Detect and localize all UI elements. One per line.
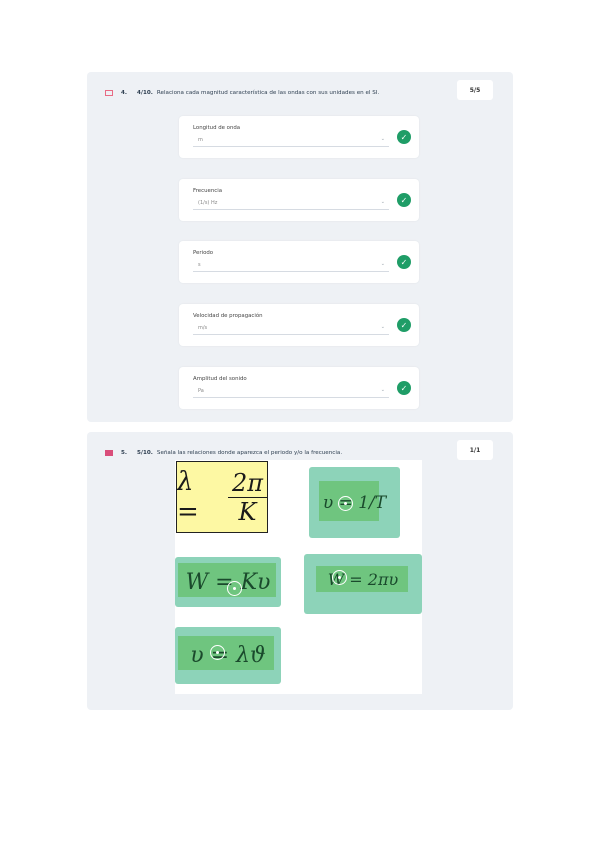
match-label: Longitud de onda <box>193 125 241 131</box>
check-circle-icon: ✓ <box>397 255 411 269</box>
question-number: 5. <box>121 450 128 456</box>
unit-select[interactable]: (1/s) Hz ⌄ <box>193 198 389 210</box>
question-code: 4/10. <box>137 90 153 96</box>
formula-energy: W = Kυ <box>185 569 271 595</box>
question-code: 5/10. <box>137 450 153 456</box>
match-item: Velocidad de propagación m/s ⌄ ✓ <box>179 304 419 346</box>
unit-select[interactable]: m/s ⌄ <box>193 323 389 335</box>
formula-energy-hotspot[interactable]: W = Kυ <box>175 557 281 607</box>
unit-select-value: m/s <box>198 325 208 331</box>
unit-select[interactable]: s ⌄ <box>193 260 389 272</box>
flag-icon[interactable] <box>105 450 113 456</box>
chevron-down-icon: ⌄ <box>380 261 385 267</box>
hotspot-target-icon[interactable] <box>210 645 225 660</box>
fraction-denominator: K <box>238 497 257 526</box>
question-4-panel: 4. 4/10. Relaciona cada magnitud caracte… <box>87 72 513 422</box>
formula-lhs: λ = <box>177 467 199 527</box>
unit-select-value: s <box>198 262 201 268</box>
formula-energy-frequency-hotspot[interactable]: W = 2πυ <box>304 554 422 614</box>
match-item: Amplitud del sonido Pa ⌄ ✓ <box>179 367 419 409</box>
formula-wavelength[interactable]: λ = 2π K <box>176 461 268 533</box>
question-text: Relaciona cada magnitud característica d… <box>156 90 380 96</box>
question-text: Señala las relaciones donde aparezca el … <box>156 450 343 456</box>
formula-wave-speed-hotspot[interactable]: υ = λϑ <box>175 627 281 684</box>
chevron-down-icon: ⌄ <box>380 136 385 142</box>
score-badge: 1/1 <box>457 440 493 460</box>
match-item: Frecuencia (1/s) Hz ⌄ ✓ <box>179 179 419 221</box>
match-label: Frecuencia <box>193 188 223 194</box>
match-label: Amplitud del sonido <box>193 376 247 382</box>
question-4-header: 4. 4/10. Relaciona cada magnitud caracte… <box>105 84 495 102</box>
hotspot-target-icon[interactable] <box>227 581 242 596</box>
hotspot-target-icon[interactable] <box>338 496 353 511</box>
check-circle-icon: ✓ <box>397 130 411 144</box>
unit-select[interactable]: Pa ⌄ <box>193 386 389 398</box>
check-circle-icon: ✓ <box>397 381 411 395</box>
question-5-panel: 5. 5/10. Señala las relaciones donde apa… <box>87 432 513 710</box>
hotspot-target-icon[interactable] <box>332 570 347 585</box>
fraction-numerator: 2π <box>227 469 267 498</box>
check-circle-icon: ✓ <box>397 193 411 207</box>
chevron-down-icon: ⌄ <box>380 387 385 393</box>
formula-fraction: 2π K <box>227 469 267 526</box>
hotspot-image: λ = 2π K υ = 1/T W = Kυ W = 2πυ υ = λϑ <box>175 460 422 694</box>
unit-select[interactable]: m ⌄ <box>193 135 389 147</box>
score-badge: 5/5 <box>457 80 493 100</box>
formula-wave-speed: υ = λϑ <box>190 643 266 668</box>
check-circle-icon: ✓ <box>397 318 411 332</box>
chevron-down-icon: ⌄ <box>380 324 385 330</box>
chevron-down-icon: ⌄ <box>380 199 385 205</box>
match-item: Periodo s ⌄ ✓ <box>179 241 419 283</box>
formula-frequency-period-hotspot[interactable]: υ = 1/T <box>309 467 400 538</box>
flag-icon[interactable] <box>105 90 113 96</box>
question-number: 4. <box>121 90 128 96</box>
match-label: Velocidad de propagación <box>193 313 263 319</box>
formula-energy-frequency: W = 2πυ <box>327 569 399 589</box>
unit-select-value: m <box>198 137 203 143</box>
match-item: Longitud de onda m ⌄ ✓ <box>179 116 419 158</box>
formula-frequency-period: υ = 1/T <box>322 492 387 513</box>
unit-select-value: Pa <box>198 388 204 394</box>
match-label: Periodo <box>193 250 214 256</box>
unit-select-value: (1/s) Hz <box>198 200 218 206</box>
